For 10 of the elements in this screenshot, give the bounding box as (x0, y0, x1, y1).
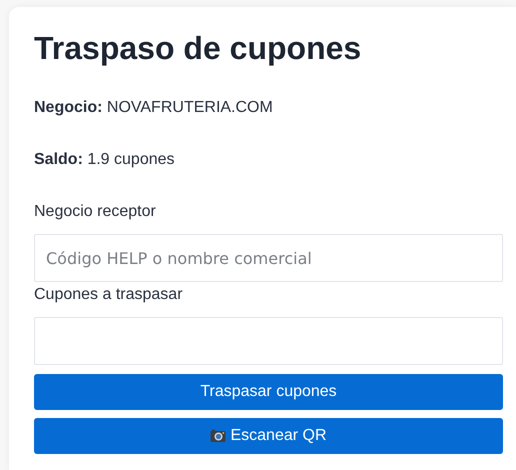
transfer-button[interactable]: Traspasar cupones (34, 374, 503, 410)
field-label: Negocio receptor (34, 203, 156, 221)
page-title: Traspaso de cupones (34, 30, 362, 67)
input-field[interactable] (34, 317, 503, 365)
info-line: Saldo: 1.9 cupones (34, 151, 175, 169)
scan-qr-button[interactable]: Escanear QR (34, 418, 503, 454)
camera-icon (210, 429, 226, 443)
input-field[interactable]: Código HELP o nombre comercial (34, 234, 503, 282)
field-label: Cupones a traspasar (34, 286, 183, 304)
info-line: Negocio: NOVAFRUTERIA.COM (34, 99, 273, 117)
